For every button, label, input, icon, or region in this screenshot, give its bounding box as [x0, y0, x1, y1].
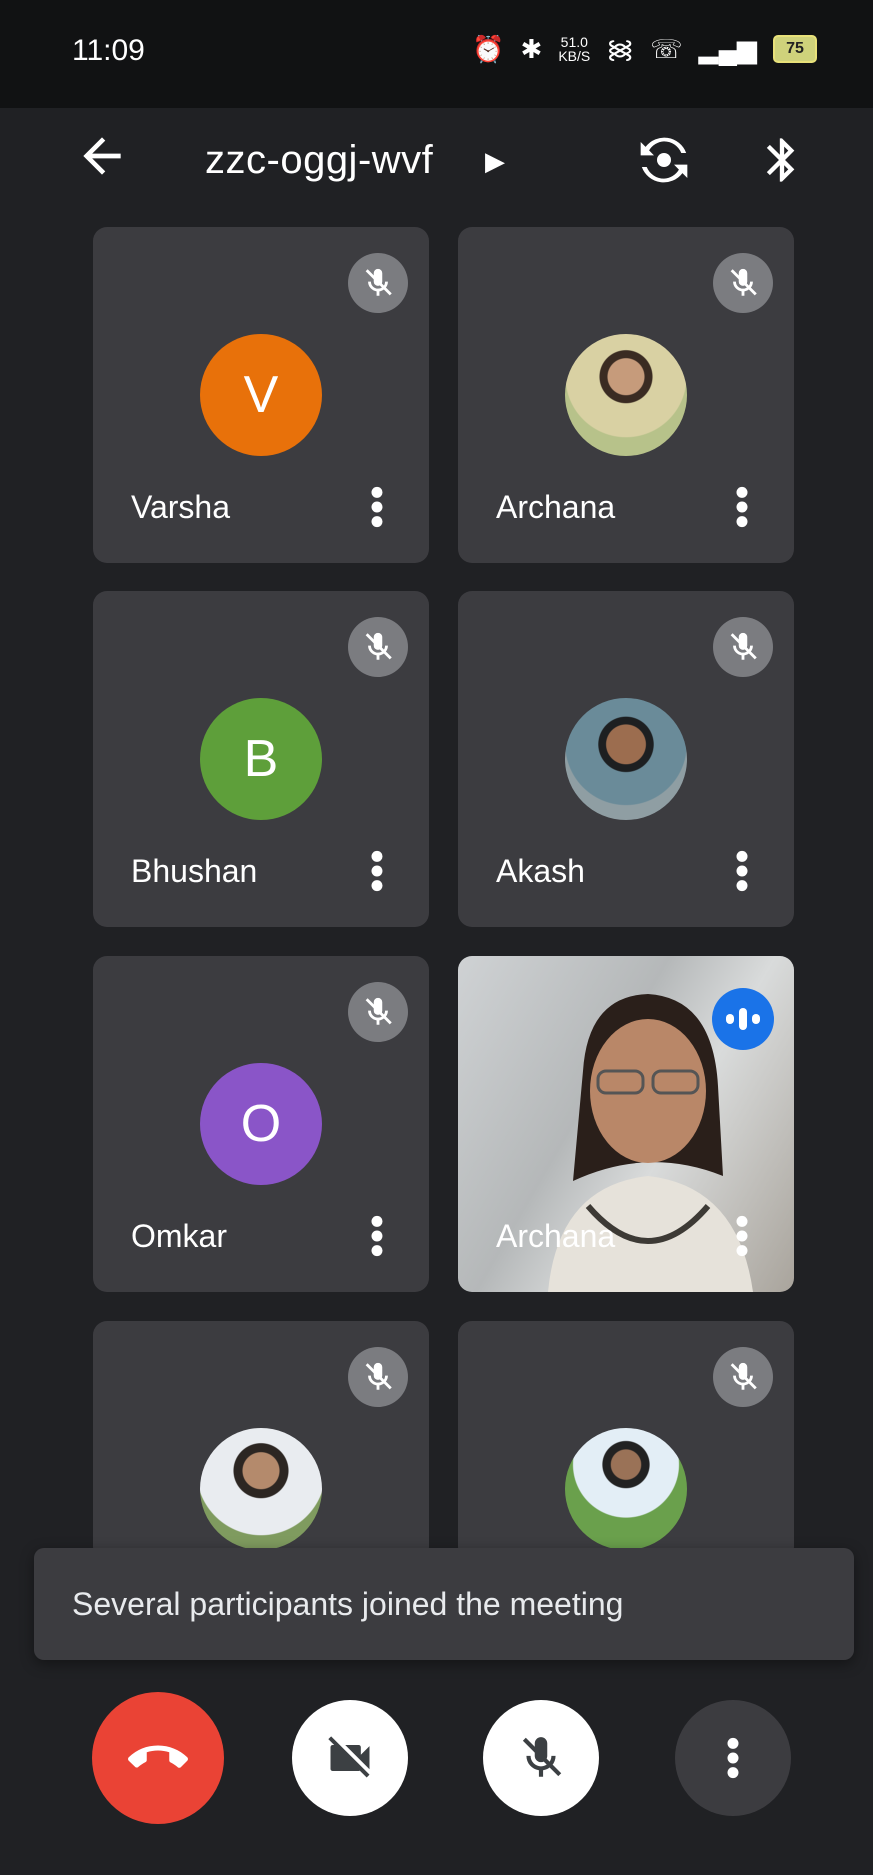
avatar-photo: [565, 698, 687, 820]
muted-mic-icon: [713, 253, 773, 313]
participant-tile[interactable]: [458, 1321, 794, 1561]
muted-mic-icon: [348, 982, 408, 1042]
participant-tile[interactable]: Akash: [458, 591, 794, 927]
participant-name: Bhushan: [131, 853, 258, 889]
participant-tile[interactable]: [93, 1321, 429, 1561]
participant-name: Akash: [496, 853, 585, 889]
more-options-button[interactable]: [675, 1700, 791, 1816]
participant-name: Archana: [496, 1218, 616, 1254]
participant-video-tile[interactable]: Archana: [458, 956, 794, 1292]
more-vert-icon[interactable]: [728, 849, 756, 893]
back-arrow-icon[interactable]: [74, 128, 130, 184]
snackbar-message: Several participants joined the meeting: [72, 1586, 624, 1622]
camera-toggle-button[interactable]: [292, 1700, 408, 1816]
call-signal-icon: ☏: [650, 34, 683, 64]
more-vert-icon[interactable]: [363, 485, 391, 529]
muted-mic-icon: [348, 617, 408, 677]
avatar: O: [200, 1063, 322, 1185]
network-speed-value: 51.0: [560, 34, 588, 50]
mic-off-icon: [522, 1737, 562, 1777]
battery-icon: 75: [773, 35, 817, 63]
avatar: B: [200, 698, 322, 820]
muted-mic-icon: [713, 1347, 773, 1407]
status-time: 11:09: [72, 34, 145, 67]
participant-tile[interactable]: B Bhushan: [93, 591, 429, 927]
speaking-indicator-icon: [712, 988, 774, 1050]
muted-mic-icon: [348, 1347, 408, 1407]
participant-name: Omkar: [131, 1218, 227, 1254]
more-vert-icon: [727, 1737, 739, 1779]
avatar: V: [200, 334, 322, 456]
network-speed: 51.0 KB/S: [558, 35, 590, 63]
network-speed-unit: KB/S: [558, 48, 591, 64]
chevron-right-icon[interactable]: ▶: [485, 146, 505, 177]
meet-call-screen: 11:09 ⏰ ✱ 51.0 KB/S ᯼ ☏ ▂▄▆ 75 zzc-oggj-…: [0, 0, 873, 1875]
participant-name: Archana: [496, 489, 616, 525]
muted-mic-icon: [713, 617, 773, 677]
participant-name: Varsha: [131, 489, 231, 525]
more-vert-icon[interactable]: [728, 1214, 756, 1258]
participant-tile[interactable]: Archana: [458, 227, 794, 563]
more-vert-icon[interactable]: [363, 1214, 391, 1258]
snackbar: Several participants joined the meeting: [34, 1548, 854, 1660]
bluetooth-status-icon: ✱: [520, 34, 543, 64]
alarm-icon: ⏰: [472, 34, 505, 64]
avatar-photo: [200, 1428, 322, 1550]
mic-toggle-button[interactable]: [483, 1700, 599, 1816]
call-controls: [0, 1680, 873, 1875]
avatar-photo: [565, 334, 687, 456]
more-vert-icon[interactable]: [728, 485, 756, 529]
bluetooth-icon[interactable]: [756, 132, 808, 188]
participant-tile[interactable]: O Omkar: [93, 956, 429, 1292]
end-call-button[interactable]: [92, 1692, 224, 1824]
meeting-code[interactable]: zzc-oggj-wvf: [205, 138, 433, 183]
call-header: zzc-oggj-wvf ▶: [0, 108, 873, 218]
avatar-photo: [565, 1428, 687, 1550]
hang-up-icon: [128, 1745, 188, 1768]
wifi-icon: ᯼: [606, 34, 635, 64]
video-off-icon: [328, 1736, 370, 1778]
muted-mic-icon: [348, 253, 408, 313]
switch-camera-icon[interactable]: [636, 132, 692, 188]
participant-tile[interactable]: V Varsha: [93, 227, 429, 563]
cellular-signal-icon: ▂▄▆: [698, 34, 757, 64]
status-icons: ⏰ ✱ 51.0 KB/S ᯼ ☏ ▂▄▆ 75: [472, 34, 817, 64]
more-vert-icon[interactable]: [363, 849, 391, 893]
status-bar: 11:09 ⏰ ✱ 51.0 KB/S ᯼ ☏ ▂▄▆ 75: [0, 0, 873, 108]
